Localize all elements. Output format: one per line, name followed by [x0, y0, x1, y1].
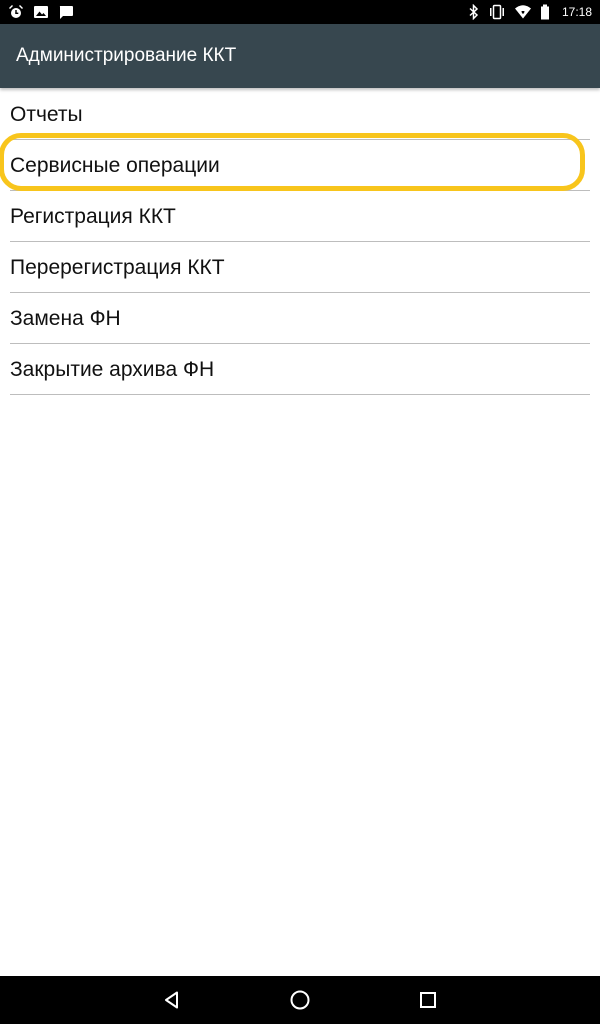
menu-item-close-fn-archive[interactable]: Закрытие архива ФН: [10, 344, 590, 395]
home-icon: [290, 990, 310, 1010]
status-bar: 17:18: [0, 0, 600, 24]
vibrate-icon: [488, 4, 506, 20]
wifi-icon: [514, 4, 532, 20]
menu-list: Отчеты Сервисные операции Регистрация КК…: [0, 89, 590, 395]
menu-item-label: Перерегистрация ККТ: [10, 256, 225, 279]
home-button[interactable]: [286, 986, 314, 1014]
notification-icons: [8, 3, 74, 21]
app-bar: Администрирование ККТ: [0, 24, 600, 88]
menu-item-label: Сервисные операции: [10, 154, 220, 177]
menu-item-replace-fn[interactable]: Замена ФН: [10, 293, 590, 344]
message-icon: [58, 4, 74, 20]
menu-item-service-operations[interactable]: Сервисные операции: [0, 133, 590, 191]
navigation-bar: [0, 976, 600, 1024]
menu-item-reports[interactable]: Отчеты: [10, 89, 590, 140]
recents-button[interactable]: [414, 986, 442, 1014]
screen: 17:18 Администрирование ККТ Отчеты Серви…: [0, 0, 600, 1024]
bluetooth-icon: [468, 4, 480, 20]
system-icons: 17:18: [468, 3, 592, 21]
menu-item-label: Замена ФН: [10, 307, 121, 330]
alarm-icon: [8, 4, 24, 20]
menu-item-label: Закрытие архива ФН: [10, 358, 215, 381]
image-icon: [33, 4, 49, 20]
page-title: Администрирование ККТ: [16, 45, 237, 66]
recents-icon: [420, 992, 436, 1008]
menu-item-reregistration[interactable]: Перерегистрация ККТ: [10, 242, 590, 293]
back-button[interactable]: [158, 986, 186, 1014]
menu-item-registration[interactable]: Регистрация ККТ: [10, 191, 590, 242]
menu-item-label: Регистрация ККТ: [10, 205, 176, 228]
status-time: 17:18: [561, 5, 592, 19]
battery-icon: [540, 4, 550, 20]
menu-item-label: Отчеты: [10, 103, 83, 126]
back-icon: [165, 991, 178, 1009]
